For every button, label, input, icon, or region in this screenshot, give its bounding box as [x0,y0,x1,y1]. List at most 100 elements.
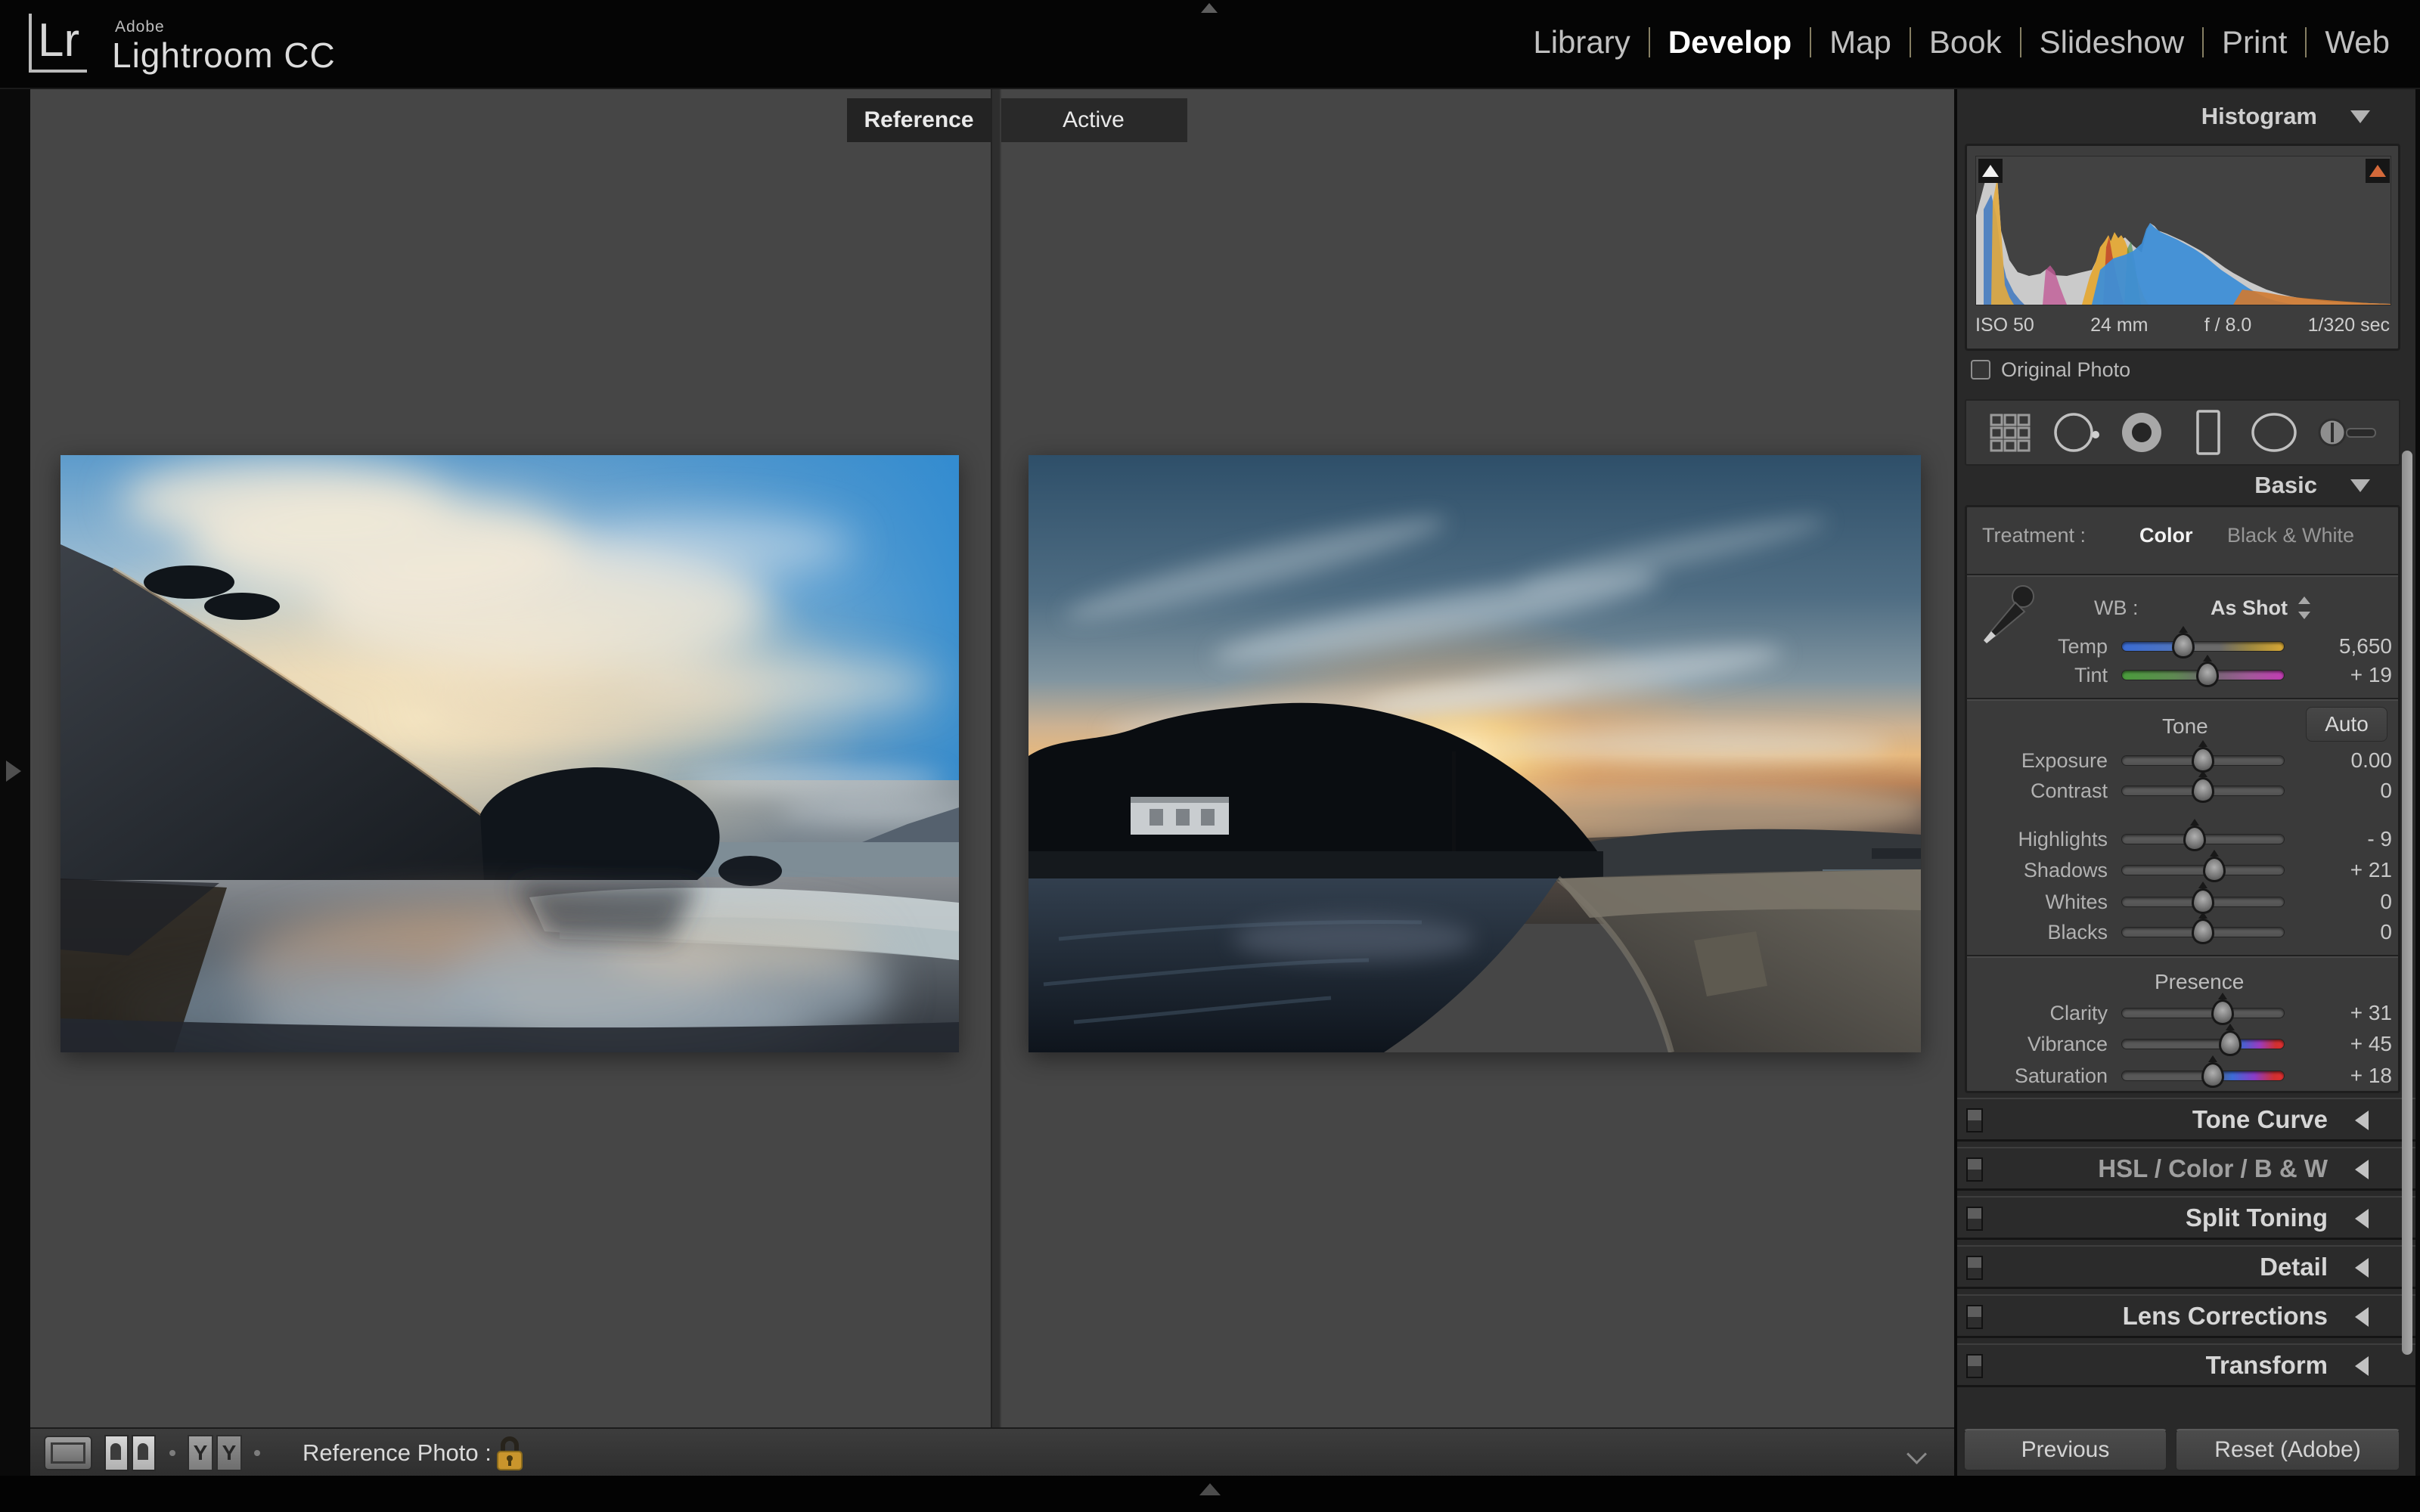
exposure-slider[interactable] [2121,755,2285,766]
nav-library[interactable]: Library [1522,24,1640,60]
whites-slider[interactable] [2121,897,2285,907]
tint-knob[interactable] [2196,662,2219,687]
graduated-filter-icon[interactable] [2182,406,2235,459]
reference-view-icon[interactable] [104,1435,156,1471]
tint-slider[interactable] [2121,670,2285,680]
top-caret-icon[interactable] [1201,3,1218,13]
panel-toggle[interactable] [1966,1305,1983,1329]
wb-dropdown[interactable]: As Shot [2211,596,2288,620]
histogram-chart[interactable] [1975,156,2391,305]
reset-button[interactable]: Reset (Adobe) [2175,1429,2400,1471]
shadows-slider[interactable] [2121,865,2285,875]
vibrance-slider[interactable] [2121,1039,2285,1049]
contrast-knob[interactable] [2192,777,2214,803]
exif-iso: ISO 50 [1975,314,2034,336]
panel-hsl-color-bw[interactable]: HSL / Color / B & W [1957,1147,2415,1191]
saturation-knob[interactable] [2201,1062,2224,1088]
blacks-knob[interactable] [2192,919,2214,944]
panel-toggle[interactable] [1966,1256,1983,1280]
highlights-knob[interactable] [2183,826,2206,851]
shadow-clipping-icon[interactable] [1978,159,2003,183]
clarity-slider[interactable] [2121,1008,2285,1018]
nav-print[interactable]: Print [2211,24,2297,60]
disclosure-left-icon[interactable] [2355,1209,2369,1228]
whites-slider-row: Whites 0 [1967,887,2403,917]
nav-web[interactable]: Web [2314,24,2400,60]
compare-y-icon: Y [216,1435,242,1471]
nav-book[interactable]: Book [1919,24,2012,60]
previous-button[interactable]: Previous [1963,1429,2167,1471]
toolbar-dot [254,1450,260,1456]
vibrance-knob[interactable] [2219,1030,2242,1056]
disclosure-left-icon[interactable] [2355,1307,2369,1327]
temp-slider[interactable] [2121,641,2285,652]
panel-toggle[interactable] [1966,1207,1983,1231]
nav-develop[interactable]: Develop [1658,24,1802,60]
disclosure-down-icon[interactable] [2350,479,2370,492]
saturation-label: Saturation [1967,1061,2108,1091]
spot-removal-icon[interactable] [2049,406,2102,459]
loupe-view-icon[interactable] [44,1436,92,1470]
reference-photo[interactable] [60,455,959,1052]
blacks-slider-row: Blacks 0 [1967,917,2403,947]
panel-split-toning[interactable]: Split Toning [1957,1196,2415,1240]
exif-shutter: 1/320 sec [2308,314,2390,336]
lightroom-window: Lr Adobe Lightroom CC Library Develop Ma… [0,0,2420,1512]
panel-lens-corrections[interactable]: Lens Corrections [1957,1294,2415,1338]
disclosure-down-icon[interactable] [2350,110,2370,123]
tab-active[interactable]: Active [1000,98,1187,142]
disclosure-left-icon[interactable] [2355,1111,2369,1130]
wb-dropdown-arrows-icon[interactable] [2298,595,2312,619]
crop-overlay-icon[interactable] [1984,406,2037,459]
disclosure-left-icon[interactable] [2355,1160,2369,1179]
saturation-slider-row: Saturation + 18 [1967,1061,2403,1091]
show-left-panel-icon[interactable] [6,761,21,782]
nav-divider [2202,27,2204,57]
disclosure-left-icon[interactable] [2355,1258,2369,1278]
treatment-bw-button[interactable]: Black & White [2227,524,2354,547]
contrast-slider[interactable] [2121,785,2285,796]
treatment-color-button[interactable]: Color [2139,524,2193,547]
nav-divider [1810,27,1811,57]
reference-photo-label: Reference Photo : [302,1439,492,1467]
histogram-panel-header[interactable]: Histogram [1957,100,2399,133]
active-photo[interactable] [1028,455,1921,1052]
adjustment-brush-icon[interactable] [2313,406,2381,459]
blacks-slider[interactable] [2121,927,2285,937]
auto-tone-button[interactable]: Auto [2306,707,2387,742]
red-eye-icon[interactable] [2115,406,2168,459]
exposure-knob[interactable] [2192,747,2214,773]
shadows-knob[interactable] [2203,857,2226,882]
toolbar-chevron-icon[interactable] [1907,1444,1927,1464]
temp-knob[interactable] [2172,633,2195,658]
original-photo-checkbox[interactable] [1971,360,1990,380]
nav-divider [2305,27,2307,57]
compare-view-icon[interactable]: Y Y [188,1435,242,1471]
panel-detail[interactable]: Detail [1957,1245,2415,1289]
radial-filter-icon[interactable] [2248,406,2301,459]
vibrance-value: + 45 [2294,1029,2392,1059]
basic-panel-header[interactable]: Basic [1957,469,2399,502]
filmstrip-caret-icon[interactable] [1199,1483,1221,1495]
highlight-clipping-icon[interactable] [2366,159,2390,183]
tint-value: + 19 [2294,660,2392,690]
highlights-slider[interactable] [2121,834,2285,844]
panel-scrollbar[interactable] [2402,451,2412,1355]
panel-transform[interactable]: Transform [1957,1343,2415,1387]
panel-toggle[interactable] [1966,1108,1983,1132]
lock-icon[interactable] [495,1433,525,1473]
tab-reference[interactable]: Reference [847,98,991,142]
clarity-knob[interactable] [2211,999,2234,1025]
disclosure-left-icon[interactable] [2355,1356,2369,1376]
compare-y-icon: Y [188,1435,213,1471]
panel-title: Detail [2260,1247,2328,1287]
panel-toggle[interactable] [1966,1157,1983,1182]
saturation-slider[interactable] [2121,1070,2285,1081]
panel-toggle[interactable] [1966,1354,1983,1378]
nav-slideshow[interactable]: Slideshow [2029,24,2195,60]
panel-tone-curve[interactable]: Tone Curve [1957,1098,2415,1142]
nav-divider [1910,27,1911,57]
whites-knob[interactable] [2192,888,2214,914]
nav-map[interactable]: Map [1819,24,1902,60]
original-photo-label: Original Photo [2001,358,2130,382]
